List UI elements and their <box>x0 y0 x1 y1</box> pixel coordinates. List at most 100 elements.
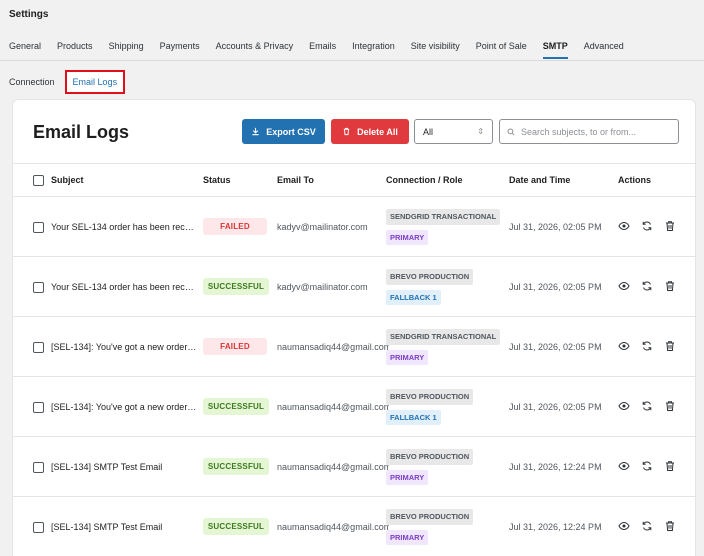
tab-integration[interactable]: Integration <box>344 36 403 60</box>
tab-products[interactable]: Products <box>49 36 101 60</box>
email-logs-card: Email Logs Export CSV Delete All All ⇕ S… <box>12 99 696 556</box>
card-title: Email Logs <box>33 122 130 142</box>
delete-all-label: Delete All <box>357 126 398 137</box>
row-checkbox[interactable] <box>33 402 44 413</box>
table-row: Your SEL-134 order has been rece... FAILE… <box>13 197 695 257</box>
row-checkbox[interactable] <box>33 282 44 293</box>
table-row: [SEL-134] SMTP Test Email SUCCESSFUL nauma… <box>13 437 695 497</box>
select-all-checkbox[interactable] <box>33 175 44 186</box>
tab-emails[interactable]: Emails <box>301 36 344 60</box>
status-badge: SUCCESSFUL <box>203 458 269 475</box>
status-badge: SUCCESSFUL <box>203 278 269 295</box>
row-actions <box>618 520 676 532</box>
column-email-to: Email To <box>277 175 314 185</box>
tab-point-of-sale[interactable]: Point of Sale <box>468 36 535 60</box>
eye-icon[interactable] <box>618 340 630 352</box>
row-date-time: Jul 31, 2026, 02:05 PM <box>509 222 602 232</box>
role-tag: FALLBACK 1 <box>386 410 441 425</box>
table-header: Subject Status Email To Connection / Rol… <box>13 164 695 197</box>
download-icon <box>252 127 259 136</box>
tab-advanced[interactable]: Advanced <box>576 36 632 60</box>
search-field[interactable] <box>499 119 679 144</box>
row-date-time: Jul 31, 2026, 12:24 PM <box>509 462 602 472</box>
connection-tag: BREVO PRODUCTION <box>386 269 474 285</box>
eye-icon[interactable] <box>618 220 630 232</box>
row-checkbox[interactable] <box>33 342 44 353</box>
refresh-icon[interactable] <box>641 400 653 412</box>
subtab-email-logs[interactable]: Email Logs <box>64 70 126 94</box>
row-subject: [SEL-134]: You've got a new order:... <box>51 342 197 352</box>
page-title: Settings <box>9 9 49 20</box>
row-email-to: naumansadiq44@gmail.com <box>277 522 389 532</box>
trash-icon[interactable] <box>664 400 676 412</box>
row-email-to: kadyv@mailinator.com <box>277 282 368 292</box>
row-subject: Your SEL-134 order has been rece... <box>51 222 197 232</box>
row-actions <box>618 400 676 412</box>
row-email-to: kadyv@mailinator.com <box>277 222 368 232</box>
row-checkbox[interactable] <box>33 222 44 233</box>
trash-icon[interactable] <box>664 220 676 232</box>
row-subject: [SEL-134] SMTP Test Email <box>51 462 163 472</box>
row-checkbox[interactable] <box>33 522 44 533</box>
column-connection-role: Connection / Role <box>386 175 463 185</box>
eye-icon[interactable] <box>618 460 630 472</box>
trash-icon[interactable] <box>664 520 676 532</box>
row-date-time: Jul 31, 2026, 02:05 PM <box>509 282 602 292</box>
row-subject: Your SEL-134 order has been rece... <box>51 282 197 292</box>
column-status: Status <box>203 175 231 185</box>
settings-tabs: General Products Shipping Payments Accou… <box>0 36 632 60</box>
role-tag: PRIMARY <box>386 350 429 365</box>
tab-smtp[interactable]: SMTP <box>535 36 576 60</box>
row-actions <box>618 340 676 352</box>
tab-shipping[interactable]: Shipping <box>101 36 152 60</box>
table-row: Your SEL-134 order has been rece... SUCCE… <box>13 257 695 317</box>
refresh-icon[interactable] <box>641 460 653 472</box>
row-email-to: naumansadiq44@gmail.com <box>277 402 389 412</box>
refresh-icon[interactable] <box>641 220 653 232</box>
column-subject: Subject <box>51 175 84 185</box>
trash-icon[interactable] <box>664 460 676 472</box>
delete-all-button[interactable]: Delete All <box>331 119 409 144</box>
tabs-divider <box>0 60 704 61</box>
trash-icon[interactable] <box>664 340 676 352</box>
eye-icon[interactable] <box>618 520 630 532</box>
row-actions <box>618 220 676 232</box>
row-date-time: Jul 31, 2026, 12:24 PM <box>509 522 602 532</box>
tab-site-visibility[interactable]: Site visibility <box>403 36 468 60</box>
role-tag: PRIMARY <box>386 470 429 485</box>
role-tag: PRIMARY <box>386 230 429 245</box>
refresh-icon[interactable] <box>641 520 653 532</box>
export-csv-button[interactable]: Export CSV <box>242 119 325 144</box>
status-badge: SUCCESSFUL <box>203 398 269 415</box>
row-date-time: Jul 31, 2026, 02:05 PM <box>509 342 602 352</box>
connection-tag: BREVO PRODUCTION <box>386 389 474 405</box>
status-badge: FAILED <box>203 338 267 355</box>
connection-tag: SENDGRID TRANSACTIONAL <box>386 209 501 225</box>
eye-icon[interactable] <box>618 400 630 412</box>
trash-icon[interactable] <box>664 280 676 292</box>
tab-payments[interactable]: Payments <box>152 36 208 60</box>
eye-icon[interactable] <box>618 280 630 292</box>
role-tag: FALLBACK 1 <box>386 290 441 305</box>
connection-tag: SENDGRID TRANSACTIONAL <box>386 329 501 345</box>
row-subject: [SEL-134]: You've got a new order:... <box>51 402 197 412</box>
status-badge: SUCCESSFUL <box>203 518 269 535</box>
row-email-to: naumansadiq44@gmail.com <box>277 342 389 352</box>
subtab-connection[interactable]: Connection <box>9 77 55 87</box>
column-actions: Actions <box>618 175 652 185</box>
status-filter-select[interactable]: All ⇕ <box>414 119 493 144</box>
tab-general[interactable]: General <box>0 36 49 60</box>
status-badge: FAILED <box>203 218 267 235</box>
connection-tag: BREVO PRODUCTION <box>386 509 474 525</box>
row-subject: [SEL-134] SMTP Test Email <box>51 522 163 532</box>
table-row: [SEL-134]: You've got a new order:... FAI… <box>13 317 695 377</box>
role-tag: PRIMARY <box>386 530 429 545</box>
row-checkbox[interactable] <box>33 462 44 473</box>
table-row: [SEL-134]: You've got a new order:... SUC… <box>13 377 695 437</box>
refresh-icon[interactable] <box>641 340 653 352</box>
row-email-to: naumansadiq44@gmail.com <box>277 462 389 472</box>
refresh-icon[interactable] <box>641 280 653 292</box>
tab-accounts-privacy[interactable]: Accounts & Privacy <box>208 36 302 60</box>
column-date-time: Date and Time <box>509 175 571 185</box>
search-input[interactable] <box>521 126 671 137</box>
